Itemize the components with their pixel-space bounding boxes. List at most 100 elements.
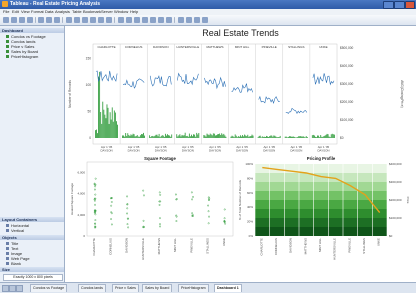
records-bar xyxy=(141,134,142,138)
show-me-icon[interactable] xyxy=(166,17,172,23)
filter-icon[interactable] xyxy=(178,17,184,23)
pan-icon[interactable] xyxy=(142,17,148,23)
sort-asc-icon[interactable] xyxy=(74,17,80,23)
records-bar xyxy=(223,133,225,138)
tab-condos-vs-footage[interactable]: Condos vs Footage xyxy=(30,284,68,292)
records-bar xyxy=(221,133,223,138)
tableau-app-icon xyxy=(2,1,8,7)
pricing-profile-segment xyxy=(299,200,314,209)
run-update-icon[interactable] xyxy=(46,17,52,23)
records-bar xyxy=(218,134,219,138)
records-bar xyxy=(266,135,267,138)
title-object-icon xyxy=(6,242,9,246)
new-icon[interactable] xyxy=(3,17,9,23)
records-bar xyxy=(170,136,172,138)
records-bar xyxy=(261,136,263,138)
records-bar xyxy=(305,136,307,138)
tab-condos-lands[interactable]: Condos lands xyxy=(78,284,106,292)
redo-icon[interactable] xyxy=(27,17,33,23)
tooltip-icon[interactable] xyxy=(158,17,164,23)
presentation-mode-icon[interactable] xyxy=(202,17,208,23)
tab-price-histogram[interactable]: PriceHistogram xyxy=(178,284,209,292)
worksheet-icon xyxy=(6,50,9,54)
records-bar xyxy=(127,133,129,138)
records-bar xyxy=(161,135,163,138)
sort-desc-icon[interactable] xyxy=(82,17,88,23)
minimize-icon[interactable] xyxy=(383,1,394,9)
labels-icon[interactable] xyxy=(98,17,104,23)
records-bar xyxy=(263,136,265,138)
records-bar xyxy=(284,136,286,138)
first-sheet-icon[interactable] xyxy=(2,285,9,292)
sqft-point xyxy=(94,185,97,188)
chart-type-icon[interactable] xyxy=(54,17,60,23)
records-bar xyxy=(107,107,109,138)
tab-dashboard-1[interactable]: Dashboard 1 xyxy=(214,284,242,292)
swap-axes-icon[interactable] xyxy=(66,17,72,23)
records-bar xyxy=(126,135,128,138)
y-axis-tick-label: $100,000 xyxy=(389,216,402,220)
records-bar xyxy=(219,133,221,138)
dashboard-size-select[interactable]: Exactly 1000 x 800 pixels xyxy=(3,274,63,281)
prev-sheet-icon[interactable] xyxy=(9,285,16,292)
connect-data-icon[interactable] xyxy=(38,17,44,23)
sqft-point xyxy=(208,215,210,218)
records-bar xyxy=(333,134,335,138)
y-axis-tick-label: 100 xyxy=(86,83,92,87)
records-bar xyxy=(189,136,191,138)
records-bar xyxy=(110,119,112,138)
records-bar xyxy=(220,134,222,138)
maximize-icon[interactable] xyxy=(394,1,405,9)
save-icon[interactable] xyxy=(11,17,17,23)
records-bar xyxy=(123,135,125,138)
records-bar xyxy=(164,133,166,138)
object-blank-item[interactable]: Blank xyxy=(6,261,21,266)
records-bar xyxy=(194,134,196,138)
totals-icon[interactable] xyxy=(106,17,112,23)
records-bar xyxy=(207,134,209,138)
records-bar xyxy=(203,135,205,138)
records-bar xyxy=(268,136,270,138)
records-bar xyxy=(326,133,328,138)
y-axis-tick-label: 80% xyxy=(247,176,253,180)
fix-axes-icon[interactable] xyxy=(134,17,140,23)
undo-icon[interactable] xyxy=(19,17,25,23)
records-bar xyxy=(178,135,180,138)
sidebar-sheet-item[interactable]: PriceHistogram xyxy=(6,54,38,59)
records-bar xyxy=(213,133,215,138)
records-bar xyxy=(316,137,317,138)
tab-price-v-sales[interactable]: Price v Sales xyxy=(112,284,139,292)
panel-header: UNKE xyxy=(319,45,327,49)
next-sheet-icon[interactable] xyxy=(16,285,23,292)
group-icon[interactable] xyxy=(90,17,96,23)
records-bar xyxy=(97,133,98,138)
sqft-point xyxy=(110,204,113,207)
records-bar xyxy=(191,134,192,138)
x-axis-sub-label: DAYSON xyxy=(128,149,140,153)
tab-sales-by-board[interactable]: Sales by Board xyxy=(142,284,173,292)
x-axis-tick-label: DAVIDSON xyxy=(125,238,129,253)
y-axis-tick-label: $200,000 xyxy=(340,100,354,104)
records-bar xyxy=(150,137,152,138)
records-bar xyxy=(151,136,153,138)
records-bar xyxy=(231,135,233,138)
vertical-container-item[interactable]: Vertical xyxy=(6,228,24,233)
y-axis-tick-label: $400,000 xyxy=(389,162,402,166)
pricing-profile-segment xyxy=(328,227,343,236)
pricing-profile-segment xyxy=(284,209,299,218)
records-bar xyxy=(322,136,324,138)
records-bar xyxy=(299,136,301,138)
highlight-icon[interactable] xyxy=(118,17,124,23)
records-bar xyxy=(244,134,246,138)
x-axis-tick-label: MINT HILL xyxy=(318,238,322,252)
fit-icon[interactable] xyxy=(126,17,132,23)
present-icon[interactable] xyxy=(194,17,200,23)
pricing-profile-segment xyxy=(284,227,299,236)
records-bar xyxy=(279,135,281,138)
marks-icon[interactable] xyxy=(186,17,192,23)
records-bar xyxy=(169,135,171,138)
records-bar xyxy=(224,135,226,138)
zoom-icon[interactable] xyxy=(150,17,156,23)
dashboard-viz: 0 50 100 150 Number of Records $0 $100,000 $200… xyxy=(68,43,410,260)
close-icon[interactable] xyxy=(405,1,415,9)
